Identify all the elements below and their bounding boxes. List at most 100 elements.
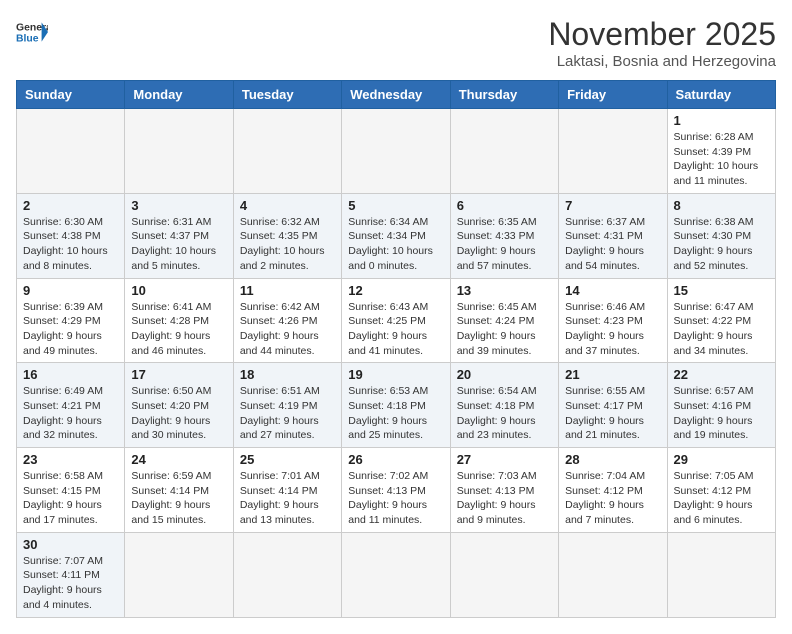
table-row: 21 Sunrise: 6:55 AM Sunset: 4:17 PM Dayli… bbox=[559, 363, 667, 448]
calendar-week-row: 2 Sunrise: 6:30 AM Sunset: 4:38 PM Daylig… bbox=[17, 193, 776, 278]
day-number: 23 bbox=[23, 452, 118, 467]
table-row: 28 Sunrise: 7:04 AM Sunset: 4:12 PM Dayli… bbox=[559, 448, 667, 533]
day-info: Sunrise: 6:38 AM Sunset: 4:30 PM Dayligh… bbox=[674, 215, 769, 274]
table-row: 4Sunrise: 6:32 AM Sunset: 4:35 PM Daylig… bbox=[233, 193, 341, 278]
day-info: Sunrise: 6:31 AM Sunset: 4:37 PM Dayligh… bbox=[131, 215, 226, 274]
day-number: 28 bbox=[565, 452, 660, 467]
day-number: 22 bbox=[674, 367, 769, 382]
day-number: 21 bbox=[565, 367, 660, 382]
day-number: 3 bbox=[131, 198, 226, 213]
day-info: Sunrise: 6:58 AM Sunset: 4:15 PM Dayligh… bbox=[23, 469, 118, 528]
table-row bbox=[125, 109, 233, 194]
day-info: Sunrise: 7:03 AM Sunset: 4:13 PM Dayligh… bbox=[457, 469, 552, 528]
calendar-table: Sunday Monday Tuesday Wednesday Thursday… bbox=[16, 80, 776, 618]
day-info: Sunrise: 6:28 AM Sunset: 4:39 PM Dayligh… bbox=[674, 130, 769, 189]
table-row bbox=[559, 109, 667, 194]
calendar-week-row: 1 Sunrise: 6:28 AM Sunset: 4:39 PM Daylig… bbox=[17, 109, 776, 194]
logo: General Blue bbox=[16, 16, 48, 48]
table-row bbox=[342, 109, 450, 194]
day-number: 17 bbox=[131, 367, 226, 382]
table-row: 25 Sunrise: 7:01 AM Sunset: 4:14 PM Dayli… bbox=[233, 448, 341, 533]
table-row: 9 Sunrise: 6:39 AM Sunset: 4:29 PM Daylig… bbox=[17, 278, 125, 363]
table-row bbox=[233, 532, 341, 617]
table-row: 11 Sunrise: 6:42 AM Sunset: 4:26 PM Dayli… bbox=[233, 278, 341, 363]
day-number: 10 bbox=[131, 283, 226, 298]
day-info: Sunrise: 6:35 AM Sunset: 4:33 PM Dayligh… bbox=[457, 215, 552, 274]
table-row: 3 Sunrise: 6:31 AM Sunset: 4:37 PM Daylig… bbox=[125, 193, 233, 278]
day-info: Sunrise: 7:07 AM Sunset: 4:11 PM Dayligh… bbox=[23, 554, 118, 613]
page-header: General Blue November 2025 Laktasi, Bosn… bbox=[16, 16, 776, 70]
table-row: 1 Sunrise: 6:28 AM Sunset: 4:39 PM Daylig… bbox=[667, 109, 775, 194]
day-number: 16 bbox=[23, 367, 118, 382]
table-row bbox=[125, 532, 233, 617]
calendar-week-row: 30 Sunrise: 7:07 AM Sunset: 4:11 PM Dayli… bbox=[17, 532, 776, 617]
table-row: 15Sunrise: 6:47 AM Sunset: 4:22 PM Dayli… bbox=[667, 278, 775, 363]
day-info: Sunrise: 6:42 AM Sunset: 4:26 PM Dayligh… bbox=[240, 300, 335, 359]
table-row bbox=[450, 532, 558, 617]
day-info: Sunrise: 6:39 AM Sunset: 4:29 PM Dayligh… bbox=[23, 300, 118, 359]
table-row bbox=[233, 109, 341, 194]
day-number: 14 bbox=[565, 283, 660, 298]
table-row: 10 Sunrise: 6:41 AM Sunset: 4:28 PM Dayli… bbox=[125, 278, 233, 363]
day-info: Sunrise: 6:41 AM Sunset: 4:28 PM Dayligh… bbox=[131, 300, 226, 359]
day-info: Sunrise: 7:02 AM Sunset: 4:13 PM Dayligh… bbox=[348, 469, 443, 528]
header-thursday: Thursday bbox=[450, 81, 558, 109]
table-row bbox=[17, 109, 125, 194]
day-number: 9 bbox=[23, 283, 118, 298]
table-row: 8 Sunrise: 6:38 AM Sunset: 4:30 PM Daylig… bbox=[667, 193, 775, 278]
table-row: 5Sunrise: 6:34 AM Sunset: 4:34 PM Daylig… bbox=[342, 193, 450, 278]
day-info: Sunrise: 6:30 AM Sunset: 4:38 PM Dayligh… bbox=[23, 215, 118, 274]
day-info: Sunrise: 6:43 AM Sunset: 4:25 PM Dayligh… bbox=[348, 300, 443, 359]
day-number: 6 bbox=[457, 198, 552, 213]
table-row bbox=[667, 532, 775, 617]
day-info: Sunrise: 6:32 AM Sunset: 4:35 PM Dayligh… bbox=[240, 215, 335, 274]
header-friday: Friday bbox=[559, 81, 667, 109]
day-info: Sunrise: 7:04 AM Sunset: 4:12 PM Dayligh… bbox=[565, 469, 660, 528]
day-number: 7 bbox=[565, 198, 660, 213]
day-number: 26 bbox=[348, 452, 443, 467]
day-number: 30 bbox=[23, 537, 118, 552]
title-area: November 2025 Laktasi, Bosnia and Herzeg… bbox=[548, 16, 776, 70]
day-number: 29 bbox=[674, 452, 769, 467]
header-saturday: Saturday bbox=[667, 81, 775, 109]
day-number: 27 bbox=[457, 452, 552, 467]
header-wednesday: Wednesday bbox=[342, 81, 450, 109]
calendar-week-row: 23 Sunrise: 6:58 AM Sunset: 4:15 PM Dayli… bbox=[17, 448, 776, 533]
day-number: 20 bbox=[457, 367, 552, 382]
day-info: Sunrise: 6:57 AM Sunset: 4:16 PM Dayligh… bbox=[674, 384, 769, 443]
weekday-header-row: Sunday Monday Tuesday Wednesday Thursday… bbox=[17, 81, 776, 109]
table-row: 12 Sunrise: 6:43 AM Sunset: 4:25 PM Dayli… bbox=[342, 278, 450, 363]
calendar-week-row: 9 Sunrise: 6:39 AM Sunset: 4:29 PM Daylig… bbox=[17, 278, 776, 363]
day-info: Sunrise: 7:01 AM Sunset: 4:14 PM Dayligh… bbox=[240, 469, 335, 528]
header-tuesday: Tuesday bbox=[233, 81, 341, 109]
day-number: 12 bbox=[348, 283, 443, 298]
table-row: 16Sunrise: 6:49 AM Sunset: 4:21 PM Dayli… bbox=[17, 363, 125, 448]
table-row: 30 Sunrise: 7:07 AM Sunset: 4:11 PM Dayli… bbox=[17, 532, 125, 617]
day-info: Sunrise: 6:45 AM Sunset: 4:24 PM Dayligh… bbox=[457, 300, 552, 359]
table-row: 17 Sunrise: 6:50 AM Sunset: 4:20 PM Dayli… bbox=[125, 363, 233, 448]
table-row: 18Sunrise: 6:51 AM Sunset: 4:19 PM Dayli… bbox=[233, 363, 341, 448]
table-row: 29Sunrise: 7:05 AM Sunset: 4:12 PM Dayli… bbox=[667, 448, 775, 533]
day-number: 25 bbox=[240, 452, 335, 467]
calendar-week-row: 16Sunrise: 6:49 AM Sunset: 4:21 PM Dayli… bbox=[17, 363, 776, 448]
day-number: 24 bbox=[131, 452, 226, 467]
table-row: 6 Sunrise: 6:35 AM Sunset: 4:33 PM Daylig… bbox=[450, 193, 558, 278]
day-number: 1 bbox=[674, 113, 769, 128]
day-info: Sunrise: 6:54 AM Sunset: 4:18 PM Dayligh… bbox=[457, 384, 552, 443]
day-info: Sunrise: 6:50 AM Sunset: 4:20 PM Dayligh… bbox=[131, 384, 226, 443]
day-number: 2 bbox=[23, 198, 118, 213]
table-row: 27 Sunrise: 7:03 AM Sunset: 4:13 PM Dayli… bbox=[450, 448, 558, 533]
table-row: 26 Sunrise: 7:02 AM Sunset: 4:13 PM Dayli… bbox=[342, 448, 450, 533]
table-row bbox=[450, 109, 558, 194]
day-info: Sunrise: 6:53 AM Sunset: 4:18 PM Dayligh… bbox=[348, 384, 443, 443]
day-number: 11 bbox=[240, 283, 335, 298]
header-sunday: Sunday bbox=[17, 81, 125, 109]
table-row: 23 Sunrise: 6:58 AM Sunset: 4:15 PM Dayli… bbox=[17, 448, 125, 533]
day-number: 8 bbox=[674, 198, 769, 213]
day-info: Sunrise: 6:55 AM Sunset: 4:17 PM Dayligh… bbox=[565, 384, 660, 443]
table-row: 19Sunrise: 6:53 AM Sunset: 4:18 PM Dayli… bbox=[342, 363, 450, 448]
table-row: 7Sunrise: 6:37 AM Sunset: 4:31 PM Daylig… bbox=[559, 193, 667, 278]
day-info: Sunrise: 6:46 AM Sunset: 4:23 PM Dayligh… bbox=[565, 300, 660, 359]
day-info: Sunrise: 6:59 AM Sunset: 4:14 PM Dayligh… bbox=[131, 469, 226, 528]
table-row bbox=[559, 532, 667, 617]
